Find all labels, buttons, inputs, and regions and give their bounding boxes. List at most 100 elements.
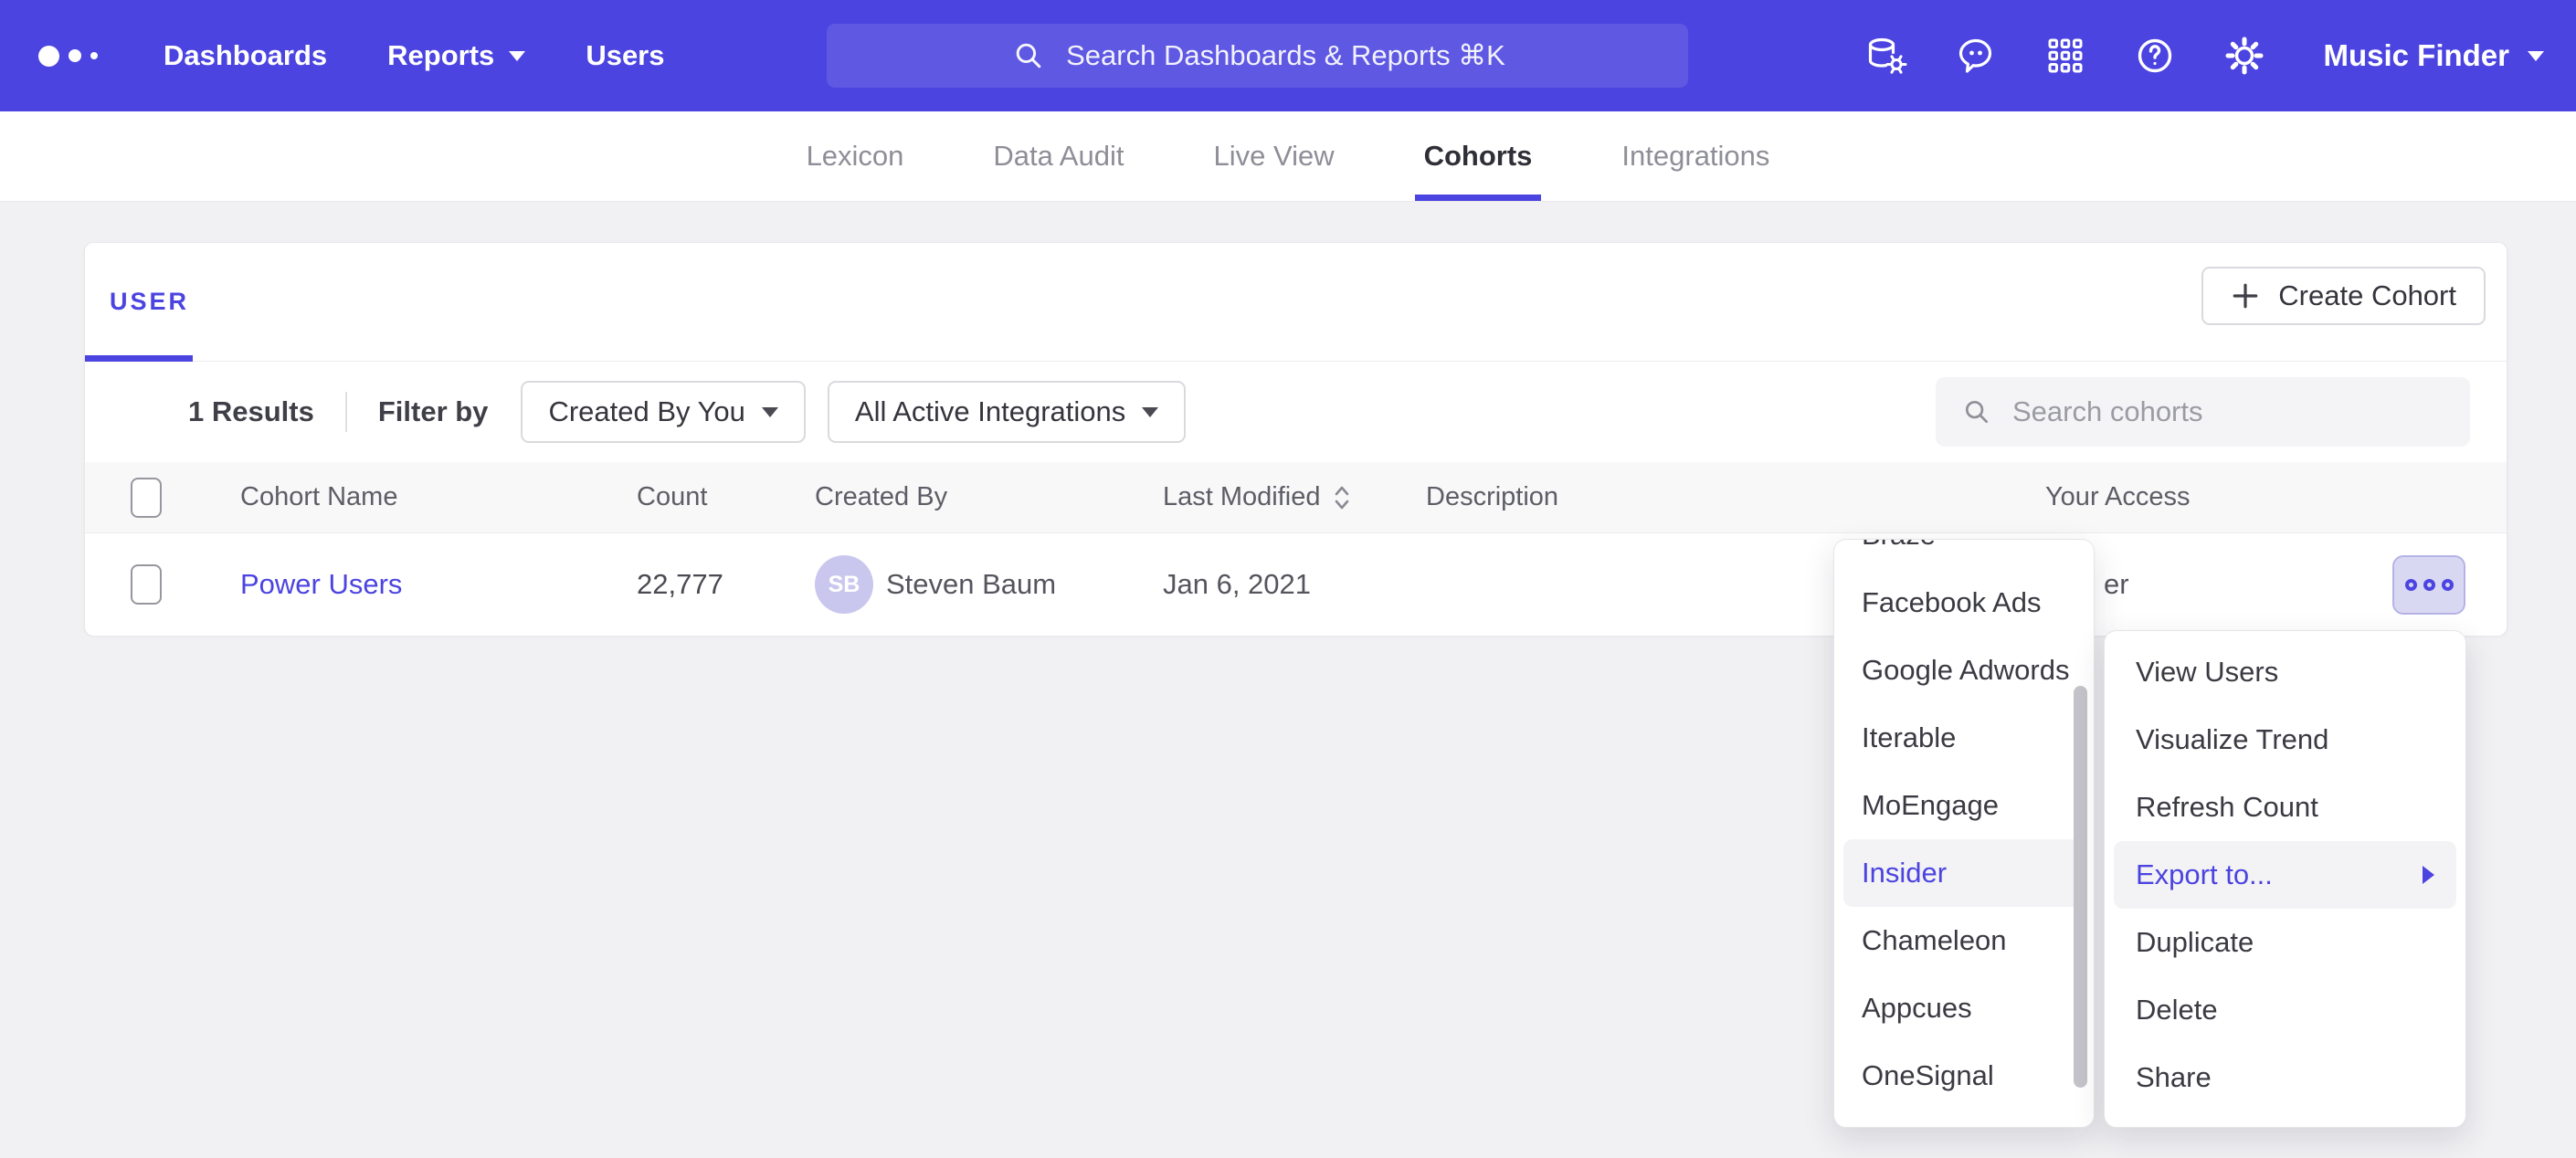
export-integrations-menu: Braze Facebook Ads Google Adwords Iterab… [1833, 539, 2095, 1128]
row-checkbox-cell [131, 533, 162, 636]
nav-item-users-label: Users [586, 39, 664, 72]
menu-item-google-adwords[interactable]: Google Adwords [1834, 637, 2094, 704]
cohorts-page: Dashboards Reports Users Search Dashboar… [0, 0, 2576, 1158]
help-icon[interactable] [2133, 34, 2177, 78]
logo-dot-medium [69, 49, 81, 62]
chevron-down-icon [2528, 51, 2544, 61]
search-icon [1959, 395, 1994, 429]
project-selector[interactable]: Music Finder [2323, 38, 2544, 73]
divider [345, 392, 347, 432]
nav-item-dashboards-label: Dashboards [164, 39, 327, 72]
menu-item-chameleon[interactable]: Chameleon [1834, 907, 2094, 974]
user-tab-underline [85, 355, 193, 362]
menu-item-facebook-ads[interactable]: Facebook Ads [1834, 569, 2094, 637]
create-cohort-button[interactable]: Create Cohort [2201, 267, 2486, 325]
dot-icon [2442, 579, 2454, 591]
your-access-value-fragment: er [2104, 533, 2129, 636]
tab-lexicon-label: Lexicon [807, 140, 904, 173]
menu-item-export-to-label: Export to... [2136, 858, 2273, 891]
settings-gear-icon[interactable] [2222, 34, 2266, 78]
menu-item-refresh-count[interactable]: Refresh Count [2105, 774, 2465, 841]
created-by-filter-dropdown[interactable]: Created By You [521, 381, 805, 443]
apps-grid-icon[interactable] [2043, 34, 2087, 78]
menu-item-delete[interactable]: Delete [2105, 976, 2465, 1044]
integrations-list: Braze Facebook Ads Google Adwords Iterab… [1834, 539, 2094, 1110]
header-cohort-name: Cohort Name [240, 462, 397, 532]
data-management-icon[interactable] [1864, 34, 1908, 78]
tab-user-cohorts[interactable]: USER [110, 243, 189, 361]
nav-item-dashboards[interactable]: Dashboards [164, 39, 327, 72]
tab-live-view-label: Live View [1213, 140, 1334, 173]
menu-item-insider[interactable]: Insider [1843, 839, 2085, 907]
tab-integrations[interactable]: Integrations [1589, 111, 1802, 201]
integrations-filter-value: All Active Integrations [855, 395, 1125, 428]
top-nav-actions: Music Finder [1864, 0, 2544, 111]
menu-item-duplicate[interactable]: Duplicate [2105, 909, 2465, 976]
header-description: Description [1426, 462, 1558, 532]
top-nav-bar: Dashboards Reports Users Search Dashboar… [0, 0, 2576, 111]
tab-lexicon[interactable]: Lexicon [774, 111, 937, 201]
created-by-filter-value: Created By You [548, 395, 744, 428]
submenu-arrow-icon [2423, 866, 2434, 884]
dot-icon [2423, 579, 2435, 591]
global-search-input[interactable]: Search Dashboards & Reports ⌘K [827, 24, 1688, 88]
cohort-search-input[interactable] [2012, 395, 2446, 428]
logo-dot-large [38, 46, 59, 67]
menu-item-view-users[interactable]: View Users [2105, 638, 2465, 706]
header-count: Count [637, 462, 707, 532]
nav-item-reports[interactable]: Reports [387, 39, 525, 72]
cohort-search-box [1936, 377, 2470, 447]
menu-item-iterable[interactable]: Iterable [1834, 704, 2094, 772]
cohort-count-value: 22,777 [637, 533, 723, 636]
menu-item-moengage[interactable]: MoEngage [1834, 772, 2094, 839]
section-tabs: Lexicon Data Audit Live View Cohorts Int… [0, 111, 2576, 202]
chevron-down-icon [509, 51, 525, 61]
create-cohort-label: Create Cohort [2278, 279, 2456, 312]
tab-cohorts[interactable]: Cohorts [1391, 111, 1566, 201]
select-all-checkbox[interactable] [131, 478, 162, 518]
cohorts-panel: USER Create Cohort 1 Results Filter by C… [84, 242, 2507, 636]
chevron-down-icon [1142, 407, 1158, 417]
top-nav-links: Dashboards Reports Users [164, 39, 665, 72]
search-icon [1009, 37, 1048, 75]
project-name: Music Finder [2323, 38, 2509, 73]
filter-by-label: Filter by [378, 395, 489, 428]
avatar: SB [815, 555, 873, 614]
menu-scrollbar[interactable] [2074, 686, 2087, 1088]
nav-item-users[interactable]: Users [586, 39, 664, 72]
tab-cohorts-label: Cohorts [1424, 140, 1533, 173]
results-count: 1 Results [188, 395, 314, 428]
tab-live-view[interactable]: Live View [1180, 111, 1367, 201]
tab-integrations-label: Integrations [1621, 140, 1769, 173]
menu-item-visualize-trend[interactable]: Visualize Trend [2105, 706, 2465, 774]
menu-item-braze-clipped[interactable]: Braze [1834, 539, 2094, 569]
tab-data-audit-label: Data Audit [993, 140, 1124, 173]
row-actions-menu: View Users Visualize Trend Refresh Count… [2104, 630, 2466, 1128]
select-all-checkbox-cell [131, 462, 162, 532]
menu-item-appcues[interactable]: Appcues [1834, 974, 2094, 1042]
menu-item-onesignal[interactable]: OneSignal [1834, 1042, 2094, 1110]
row-more-actions-button[interactable] [2392, 555, 2465, 615]
table-row: Power Users 22,777 SB Steven Baum Jan 6,… [85, 533, 2507, 636]
header-last-modified[interactable]: Last Modified [1163, 462, 1352, 532]
created-by-cell: SB Steven Baum [815, 533, 1056, 636]
menu-item-share[interactable]: Share [2105, 1044, 2465, 1111]
tab-data-audit[interactable]: Data Audit [960, 111, 1156, 201]
table-header-row: Cohort Name Count Created By Last Modifi… [85, 462, 2507, 533]
row-checkbox[interactable] [131, 564, 162, 605]
sort-icon [1332, 482, 1352, 513]
feedback-chat-icon[interactable] [1954, 34, 1998, 78]
nav-item-reports-label: Reports [387, 39, 494, 72]
global-search-placeholder: Search Dashboards & Reports ⌘K [1066, 39, 1505, 72]
menu-item-export-to[interactable]: Export to... [2114, 841, 2456, 909]
header-created-by: Created By [815, 462, 947, 532]
filter-toolbar: 1 Results Filter by Created By You All A… [85, 362, 2507, 462]
chevron-down-icon [762, 407, 778, 417]
dot-icon [2405, 579, 2417, 591]
logo-dot-small [90, 52, 98, 59]
last-modified-value: Jan 6, 2021 [1163, 533, 1311, 636]
mixpanel-logo-icon[interactable] [38, 46, 98, 67]
header-your-access: Your Access [2045, 462, 2191, 532]
cohort-name-link[interactable]: Power Users [240, 533, 402, 636]
integrations-filter-dropdown[interactable]: All Active Integrations [828, 381, 1186, 443]
